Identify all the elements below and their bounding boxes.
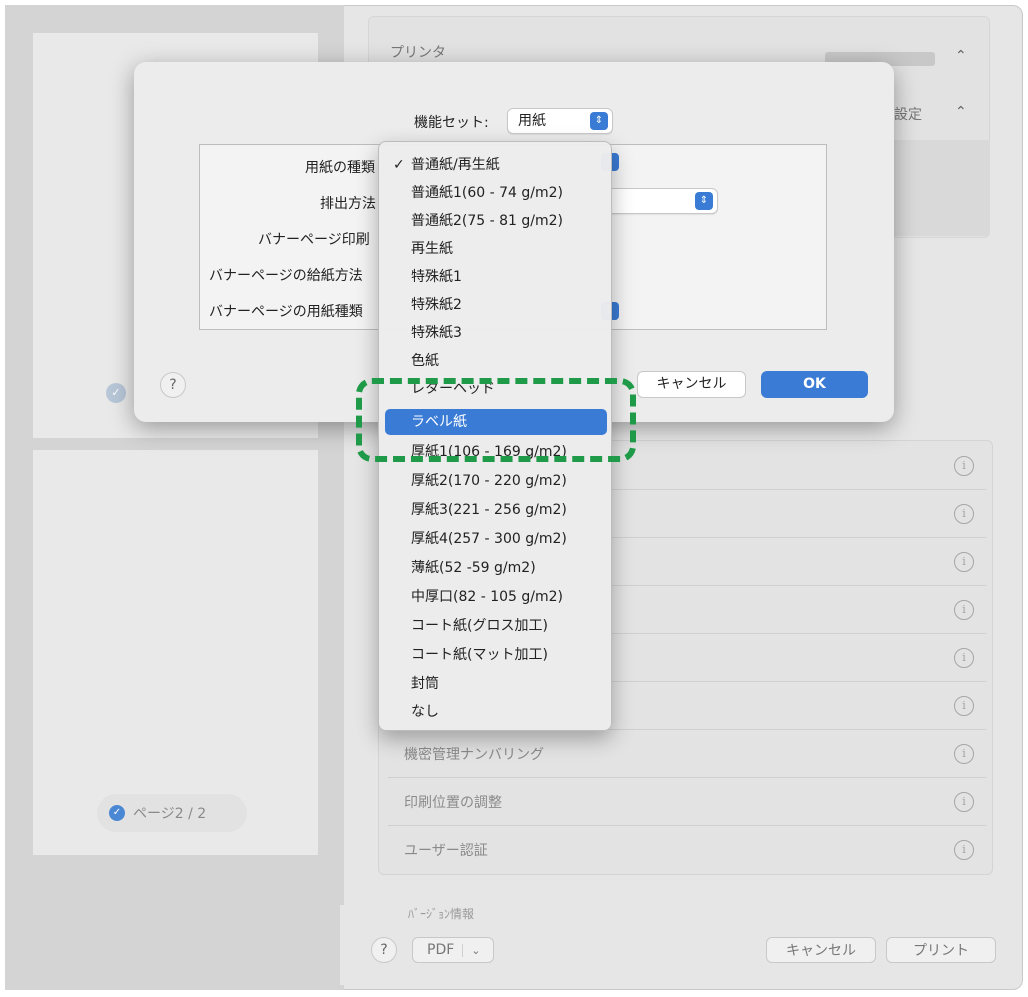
- info-icon[interactable]: i: [954, 552, 974, 572]
- menu-item-label: コート紙(グロス加工): [411, 618, 548, 634]
- menu-item-label: 厚紙2(170 - 220 g/m2): [411, 473, 567, 489]
- checkmark-icon: ✓: [393, 157, 405, 173]
- menu-item[interactable]: 封筒: [385, 671, 607, 697]
- menu-item[interactable]: 特殊紙1: [385, 264, 607, 290]
- sheet-help-button[interactable]: ?: [160, 372, 186, 398]
- stepper-icon: ⇕: [590, 112, 608, 130]
- stepper-icon: ⇕: [695, 192, 713, 210]
- option-row-user-auth[interactable]: ユーザー認証 i: [388, 826, 986, 874]
- paper-type-label: 用紙の種類: [305, 160, 375, 176]
- info-icon[interactable]: i: [954, 504, 974, 524]
- menu-item[interactable]: 中厚口(82 - 105 g/m2): [385, 584, 607, 610]
- info-icon[interactable]: i: [954, 456, 974, 476]
- menu-item-label: 封筒: [411, 676, 439, 692]
- info-icon[interactable]: i: [954, 744, 974, 764]
- menu-item[interactable]: ✓ 普通紙/再生紙: [385, 152, 607, 178]
- page-badge: ✓ ページ2 / 2: [97, 794, 247, 832]
- feature-set-label: 機能セット:: [414, 115, 489, 131]
- cancel-button[interactable]: キャンセル: [766, 937, 876, 963]
- menu-item[interactable]: 厚紙4(257 - 300 g/m2): [385, 526, 607, 552]
- menu-item-label: なし: [411, 704, 439, 720]
- pdf-menu-button[interactable]: PDF ⌄: [412, 937, 494, 963]
- menu-item[interactable]: 薄紙(52 -59 g/m2): [385, 555, 607, 581]
- help-button[interactable]: ?: [371, 937, 397, 963]
- highlight-annotation: [356, 378, 636, 462]
- pdf-label: PDF: [427, 942, 455, 958]
- menu-item[interactable]: 特殊紙3: [385, 320, 607, 346]
- info-icon[interactable]: i: [954, 600, 974, 620]
- option-label: 印刷位置の調整: [404, 794, 502, 811]
- menu-item-label: コート紙(マット加工): [411, 647, 548, 663]
- page-1-check-icon[interactable]: ✓: [106, 383, 126, 403]
- option-label: ユーザー認証: [404, 843, 488, 859]
- menu-item-label: 特殊紙2: [411, 297, 462, 313]
- menu-item[interactable]: 普通紙2(75 - 81 g/m2): [385, 208, 607, 234]
- menu-item-label: 厚紙4(257 - 300 g/m2): [411, 531, 567, 547]
- menu-item[interactable]: 再生紙: [385, 236, 607, 262]
- option-row-print-position[interactable]: 印刷位置の調整 i: [388, 778, 986, 826]
- sheet-cancel-button[interactable]: キャンセル: [637, 371, 746, 398]
- menu-item-label: 特殊紙3: [411, 325, 462, 341]
- sheet-ok-button[interactable]: OK: [761, 371, 868, 398]
- print-button[interactable]: プリント: [886, 937, 996, 963]
- menu-item[interactable]: なし: [385, 699, 607, 725]
- menu-item[interactable]: 厚紙2(170 - 220 g/m2): [385, 468, 607, 494]
- banner-paper-label: バナーページの用紙種類: [209, 304, 363, 320]
- info-icon[interactable]: i: [954, 696, 974, 716]
- printer-label: プリンタ: [390, 45, 446, 61]
- menu-item[interactable]: 普通紙1(60 - 74 g/m2): [385, 180, 607, 206]
- feature-set-value: 用紙: [518, 113, 546, 129]
- preset-stepper-icon[interactable]: ⌃: [955, 104, 967, 120]
- chevron-down-icon[interactable]: ⌄: [462, 943, 488, 957]
- option-row-secure-numbering[interactable]: 機密管理ナンバリング i: [388, 730, 986, 778]
- menu-item-label: 普通紙2(75 - 81 g/m2): [411, 213, 564, 229]
- menu-item-label: 普通紙/再生紙: [411, 157, 500, 173]
- printer-stepper-icon[interactable]: ⌃: [955, 48, 967, 64]
- info-icon[interactable]: i: [954, 648, 974, 668]
- menu-item[interactable]: 厚紙3(221 - 256 g/m2): [385, 497, 607, 523]
- menu-item[interactable]: 特殊紙2: [385, 292, 607, 318]
- option-label: 機密管理ナンバリング: [404, 746, 544, 763]
- menu-item-label: 普通紙1(60 - 74 g/m2): [411, 185, 564, 201]
- menu-item-label: 厚紙3(221 - 256 g/m2): [411, 502, 567, 518]
- menu-item[interactable]: コート紙(マット加工): [385, 642, 607, 668]
- output-method-popup[interactable]: ⇕: [600, 188, 718, 214]
- info-icon[interactable]: i: [954, 840, 974, 860]
- feature-set-popup[interactable]: 用紙 ⇕: [507, 108, 613, 134]
- menu-item-label: 色紙: [411, 353, 439, 369]
- menu-item[interactable]: 色紙: [385, 348, 607, 374]
- banner-print-label: バナーページ印刷: [258, 232, 370, 248]
- menu-item[interactable]: コート紙(グロス加工): [385, 613, 607, 639]
- menu-item-label: 薄紙(52 -59 g/m2): [411, 560, 536, 576]
- version-info-label: ﾊﾞｰｼﾞｮﾝ情報: [408, 907, 475, 921]
- info-icon[interactable]: i: [954, 792, 974, 812]
- menu-item-label: 特殊紙1: [411, 269, 462, 285]
- page-check-icon[interactable]: ✓: [109, 805, 125, 821]
- menu-item-label: 再生紙: [411, 241, 453, 257]
- banner-tray-label: バナーページの給紙方法: [209, 268, 363, 284]
- page-badge-label: ページ2 / 2: [133, 806, 207, 822]
- menu-item-label: 中厚口(82 - 105 g/m2): [411, 589, 564, 605]
- output-method-label: 排出方法: [320, 196, 376, 212]
